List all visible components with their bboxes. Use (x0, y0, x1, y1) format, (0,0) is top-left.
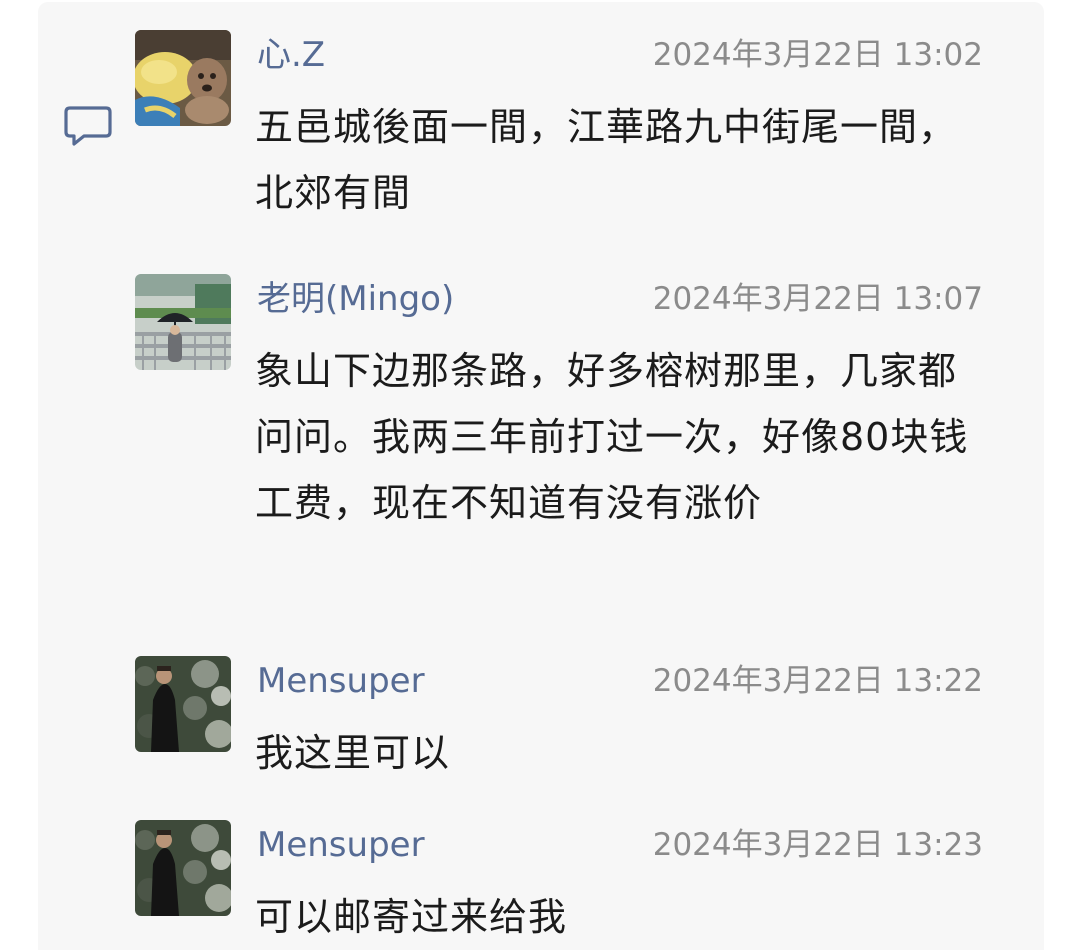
avatar-man-coat-photo (135, 656, 231, 752)
avatar-man-coat-photo (135, 820, 231, 916)
comment-author-name[interactable]: Mensuper (257, 658, 425, 704)
avatar[interactable] (135, 820, 231, 916)
comment-text: 象山下边那条路，好多榕树那里，几家都问问。我两三年前打过一次，好像80块钱工费，… (255, 349, 969, 525)
avatar-umbrella-photo (135, 274, 231, 370)
comment-timestamp: 2024年3月22日 13:07 (652, 281, 983, 317)
comment-author-name[interactable]: Mensuper (257, 822, 425, 868)
comment-author-name[interactable]: 老明(Mingo) (257, 276, 454, 322)
avatar[interactable] (135, 274, 231, 370)
comment-timestamp: 2024年3月22日 13:22 (652, 663, 983, 699)
avatar[interactable] (135, 656, 231, 752)
comment-bubble-icon[interactable] (64, 104, 112, 148)
comment-text: 可以邮寄过来给我 (255, 895, 568, 939)
comment-text: 我这里可以 (255, 731, 451, 775)
comment-timestamp: 2024年3月22日 13:02 (652, 37, 983, 73)
comment-author-name[interactable]: 心.Z (257, 32, 325, 78)
avatar[interactable] (135, 30, 231, 126)
comment-timestamp: 2024年3月22日 13:23 (652, 827, 983, 863)
avatar-dog-photo (135, 30, 231, 126)
comment-text: 五邑城後面一間，江華路九中街尾一間，北郊有間 (255, 105, 958, 215)
